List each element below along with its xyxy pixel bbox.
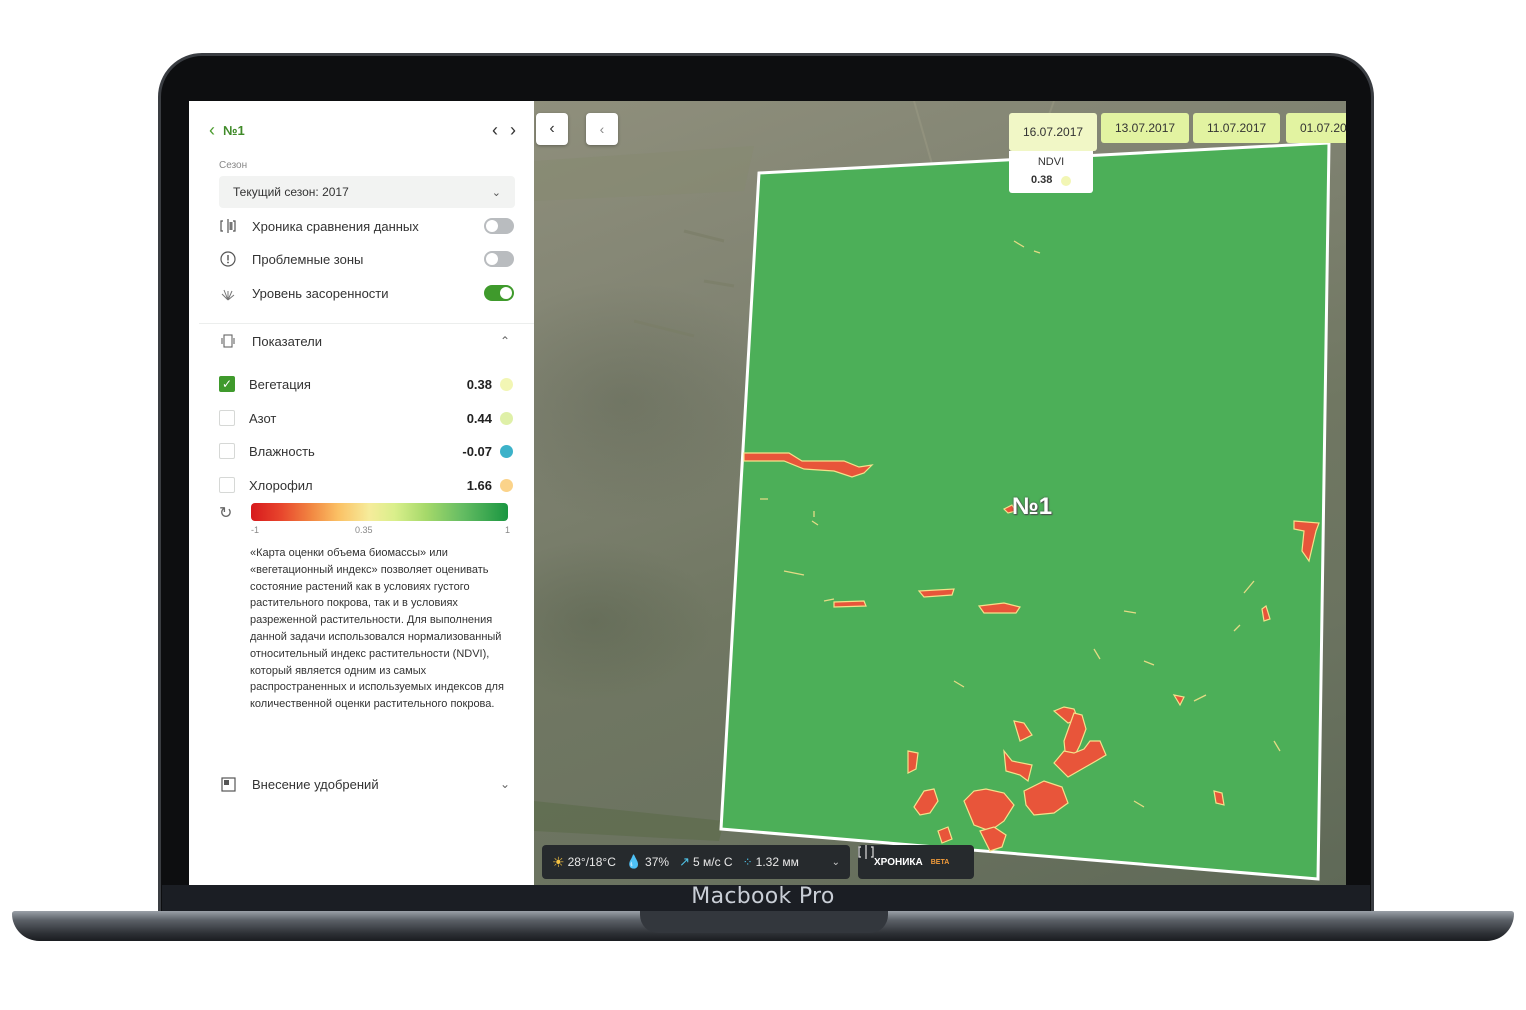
indicator-row[interactable]: Хлорофил 1.66	[219, 475, 513, 495]
sidebar: ‹ №1 ‹ › Сезон Текущий сезон: 2017 ⌄ Хро…	[189, 101, 534, 885]
fertilizer-title: Внесение удобрений	[252, 776, 379, 792]
chevron-left-icon: ‹	[549, 120, 555, 137]
ndvi-value: 0.38	[1031, 174, 1053, 186]
indicator-color-dot	[500, 444, 513, 458]
laptop-notch	[640, 911, 888, 933]
indicator-row[interactable]: ✓ Вегетация 0.38	[219, 374, 513, 394]
indicator-value: -0.07	[462, 443, 492, 459]
ndvi-scale: ↻ -1 0.35 1	[219, 503, 515, 541]
checkbox[interactable]	[219, 410, 235, 426]
date-tab[interactable]: 01.07.20	[1286, 113, 1346, 143]
scale-tick: 1	[504, 525, 510, 535]
problems-switch[interactable]	[484, 251, 514, 267]
indicator-label: Влажность	[249, 443, 315, 459]
chevron-left-icon[interactable]: ‹	[209, 121, 215, 139]
indicator-label: Хлорофил	[249, 477, 313, 493]
next-field-icon[interactable]: ›	[510, 121, 516, 139]
humidity: 💧 37%	[625, 854, 670, 869]
scale-tick: -1	[251, 525, 260, 535]
chevron-left-icon: ‹	[599, 121, 605, 137]
indicator-color-dot	[500, 377, 513, 391]
temperature: ☀ 28°/18°C	[552, 853, 616, 870]
index-description: «Карта оценки объема биомассы» или «веге…	[250, 547, 504, 711]
season-value: Текущий сезон: 2017	[233, 185, 349, 199]
ndvi-popup: NDVI 0.38	[1009, 151, 1093, 193]
field-map-label[interactable]: №1	[1012, 493, 1052, 521]
precipitation: ⁘ 1.32 мм	[742, 855, 799, 869]
indicators-section-header[interactable]: Показатели ⌃	[219, 330, 510, 352]
toggle-row-weeds: Уровень засоренности	[219, 282, 514, 304]
satellite-overlay	[534, 101, 1331, 881]
indicator-color-dot	[500, 411, 513, 425]
screen: ‹ №1 ‹ › Сезон Текущий сезон: 2017 ⌄ Хро…	[189, 101, 1346, 885]
toggle-row-compare: Хроника сравнения данных	[219, 215, 514, 237]
wind-arrow-icon: ↗	[679, 854, 690, 869]
collapse-sidebar-button[interactable]: ‹	[536, 113, 568, 145]
fertilizer-icon	[219, 776, 237, 792]
color-scale-bar	[251, 503, 508, 521]
chevron-up-icon: ⌃	[499, 334, 510, 348]
toggle-row-problems: Проблемные зоны	[219, 248, 514, 270]
checkbox-checked[interactable]: ✓	[219, 376, 235, 392]
rain-icon: ⁘	[742, 855, 753, 869]
drop-icon: 💧	[625, 854, 643, 869]
toggle-label: Хроника сравнения данных	[252, 218, 419, 234]
checkbox[interactable]	[219, 477, 235, 493]
indicator-label: Азот	[249, 410, 277, 426]
date-tab[interactable]: 11.07.2017	[1193, 113, 1281, 143]
sidebar-header: ‹ №1 ‹ ›	[209, 121, 516, 139]
indicator-value: 0.38	[466, 376, 492, 392]
checkbox[interactable]	[219, 443, 235, 459]
map-view[interactable]: ‹ ‹ 16.07.2017 13.07.2017 11.07.2017 01.…	[534, 101, 1346, 885]
date-tab[interactable]: 13.07.2017	[1101, 113, 1190, 143]
indicators-icon	[219, 334, 237, 348]
indicator-value: 0.44	[466, 410, 492, 426]
indicator-row[interactable]: Влажность -0.07	[219, 441, 513, 461]
scale-tick: 0.35	[355, 525, 373, 535]
indicator-value: 1.66	[466, 477, 492, 493]
weed-icon	[219, 284, 237, 302]
season-select[interactable]: Текущий сезон: 2017 ⌄	[219, 176, 515, 208]
divider	[199, 323, 534, 324]
indicators-title: Показатели	[252, 333, 322, 349]
map-back-button[interactable]: ‹	[586, 113, 618, 145]
chronicle-label: ХРОНИКА	[874, 856, 923, 868]
weeds-switch[interactable]	[484, 285, 514, 301]
chevron-down-icon: ⌄	[499, 777, 510, 791]
refresh-icon[interactable]: ↻	[219, 503, 232, 523]
indicator-row[interactable]: Азот 0.44	[219, 408, 513, 428]
indicator-label: Вегетация	[249, 376, 311, 392]
weather-bar[interactable]: ☀ 28°/18°C 💧 37% ↗ 5 м/с С ⁘ 1.32 мм ⌄	[542, 845, 850, 879]
chevron-down-icon[interactable]: ⌄	[832, 857, 840, 868]
fertilizer-section-header[interactable]: Внесение удобрений ⌄	[219, 773, 510, 795]
field-nav: ‹ ›	[492, 121, 516, 139]
beta-badge: BETA	[930, 858, 950, 866]
indicator-color-dot	[500, 478, 513, 492]
date-tab-active[interactable]: 16.07.2017	[1009, 113, 1098, 151]
prev-field-icon[interactable]: ‹	[492, 121, 498, 139]
season-label: Сезон	[219, 160, 248, 171]
chronicle-button[interactable]: ХРОНИКА BETA	[858, 845, 974, 879]
field-title: №1	[223, 122, 245, 138]
device-label: Macbook Pro	[691, 884, 835, 909]
compare-icon	[219, 217, 237, 235]
chevron-down-icon: ⌄	[491, 186, 501, 199]
alert-icon	[219, 250, 237, 268]
ndvi-color-dot	[1061, 176, 1071, 186]
wind: ↗ 5 м/с С	[679, 854, 733, 869]
compare-switch[interactable]	[484, 218, 514, 234]
toggle-label: Проблемные зоны	[252, 251, 364, 267]
ndvi-label: NDVI	[1037, 156, 1065, 168]
sun-icon: ☀	[552, 853, 565, 870]
toggle-label: Уровень засоренности	[252, 285, 389, 301]
